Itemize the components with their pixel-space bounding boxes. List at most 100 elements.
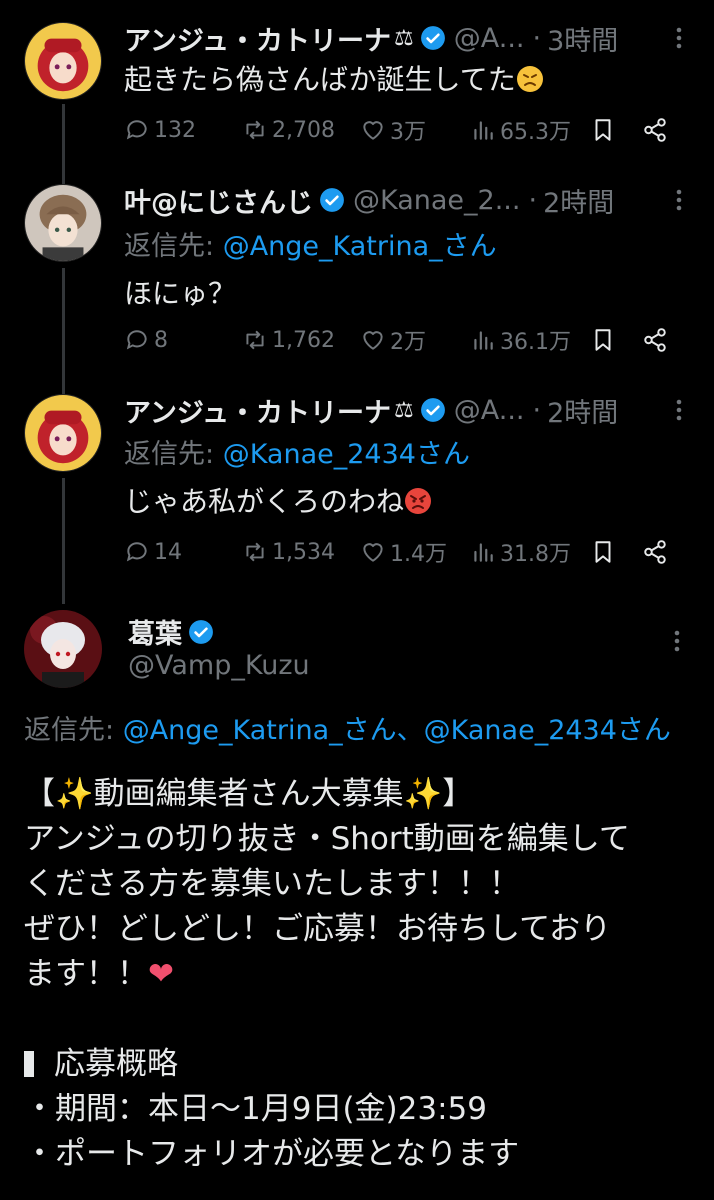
tweet-text: ほにゅ？ xyxy=(124,277,237,310)
tweet[interactable]: アンジュ・カトリーナ ⚖ @A... · 2時間 返信先: @Kanae_243… xyxy=(0,392,714,602)
reply-context: 返信先: @Ange_Katrina_さん xyxy=(124,224,497,263)
mention-link[interactable]: @Kanae_2434さん xyxy=(424,715,671,746)
like-button[interactable]: 3万 xyxy=(360,114,470,146)
separator-dot: · xyxy=(528,184,538,216)
display-name[interactable]: 叶@にじさんじ xyxy=(124,181,313,220)
like-count: 1.4万 xyxy=(390,542,447,567)
section-heading: 応募概略 xyxy=(24,1042,704,1087)
more-options-icon[interactable] xyxy=(664,23,694,53)
bookmark-icon xyxy=(595,541,611,563)
text-line: ・ポートフォリオが必要となります xyxy=(24,1136,520,1172)
retweet-button[interactable]: 2,708 xyxy=(242,117,360,143)
retweet-icon xyxy=(246,330,264,350)
tweet-actions: 14 1,534 1.4万 31.8万 xyxy=(124,532,684,572)
reply-to-label: 返信先: xyxy=(124,231,223,262)
user-handle[interactable]: @A... xyxy=(454,23,525,54)
user-handle[interactable]: @Kanae_2... xyxy=(353,185,520,216)
user-handle[interactable]: @A... xyxy=(454,395,525,426)
view-count: 36.1万 xyxy=(500,330,571,355)
views-icon xyxy=(474,121,493,140)
like-button[interactable]: 1.4万 xyxy=(360,536,470,568)
text-line-content: ます！！ xyxy=(24,956,148,992)
timestamp[interactable]: 2時間 xyxy=(543,181,614,220)
retweet-count: 1,534 xyxy=(272,539,335,565)
like-count: 2万 xyxy=(390,330,426,355)
share-button[interactable] xyxy=(642,539,672,565)
more-options-icon[interactable] xyxy=(662,626,692,656)
bookmark-button[interactable] xyxy=(590,117,642,143)
verified-badge-icon xyxy=(420,26,445,50)
tweet[interactable]: アンジュ・カトリーナ ⚖ @A... · 3時間 起きたら偽さんばか誕生してた … xyxy=(0,0,714,180)
bookmark-button[interactable] xyxy=(590,327,642,353)
bookmark-button[interactable] xyxy=(590,539,642,565)
display-name[interactable]: アンジュ・カトリーナ xyxy=(124,19,391,58)
share-icon xyxy=(644,118,666,142)
tweet[interactable]: 叶@にじさんじ @Kanae_2... · 2時間 返信先: @Ange_Kat… xyxy=(0,180,714,390)
section-heading-text: 応募概略 xyxy=(54,1046,178,1082)
tweet-text: 【✨動画編集者さん大募集✨】 アンジュの切り抜き・Short動画を編集して くだ… xyxy=(24,772,704,1177)
timestamp[interactable]: 3時間 xyxy=(547,19,618,58)
avatar[interactable] xyxy=(24,610,102,688)
share-icon xyxy=(644,328,666,352)
text-line: ます！！❤ xyxy=(24,952,704,997)
like-count: 3万 xyxy=(390,120,426,145)
reply-button[interactable]: 14 xyxy=(124,539,242,565)
share-button[interactable] xyxy=(642,117,672,143)
mention-link[interactable]: @Ange_Katrina_さん xyxy=(123,715,397,746)
avatar[interactable] xyxy=(24,22,102,100)
retweet-button[interactable]: 1,762 xyxy=(242,327,360,353)
retweet-button[interactable]: 1,534 xyxy=(242,539,360,565)
user-handle[interactable]: @Vamp_Kuzu xyxy=(128,650,310,681)
display-name[interactable]: 葛葉 xyxy=(128,612,182,651)
retweet-icon xyxy=(246,542,264,562)
mention-separator: 、 xyxy=(396,715,424,746)
reply-icon xyxy=(126,120,147,140)
tweet-text-content: 起きたら偽さんばか誕生してた xyxy=(124,63,516,96)
reply-icon xyxy=(126,542,147,562)
reply-to-label: 返信先: xyxy=(24,715,123,746)
views-button[interactable]: 65.3万 xyxy=(470,114,590,146)
share-button[interactable] xyxy=(642,327,672,353)
views-icon xyxy=(474,543,493,562)
heading-bar xyxy=(24,1051,34,1077)
like-button[interactable]: 2万 xyxy=(360,324,470,356)
display-name[interactable]: アンジュ・カトリーナ xyxy=(124,391,391,430)
text-line: ・期間：本日〜1月9日(金)23:59 xyxy=(24,1091,487,1127)
reply-icon xyxy=(126,330,147,350)
thread-screen: アンジュ・カトリーナ ⚖ @A... · 3時間 起きたら偽さんばか誕生してた … xyxy=(0,0,714,1200)
separator-dot: · xyxy=(532,394,542,426)
bookmark-icon xyxy=(595,119,611,141)
avatar[interactable] xyxy=(24,394,102,472)
view-count: 65.3万 xyxy=(500,120,571,145)
angry-face-icon xyxy=(405,488,432,514)
heart-emoji: ❤ xyxy=(148,956,174,992)
views-button[interactable]: 36.1万 xyxy=(470,324,590,356)
reply-context: 返信先: @Ange_Katrina_さん、@Kanae_2434さん xyxy=(24,708,671,747)
author-row: 葛葉 xyxy=(128,612,214,651)
tweet-actions: 132 2,708 3万 65.3万 xyxy=(124,110,684,150)
bookmark-icon xyxy=(595,329,611,351)
reply-button[interactable]: 132 xyxy=(124,117,242,143)
timestamp[interactable]: 2時間 xyxy=(547,391,618,430)
mention-link[interactable]: @Ange_Katrina_さん xyxy=(223,231,497,262)
reply-to-label: 返信先: xyxy=(124,439,223,470)
heart-icon xyxy=(363,331,383,350)
tweet-text: じゃあ私がくろのわね xyxy=(124,480,432,520)
share-icon xyxy=(644,540,666,564)
mention-link[interactable]: @Kanae_2434さん xyxy=(223,439,470,470)
reply-button[interactable]: 8 xyxy=(124,327,242,353)
view-count: 31.8万 xyxy=(500,542,571,567)
reply-count: 8 xyxy=(154,327,168,353)
scales-emoji: ⚖ xyxy=(394,397,414,423)
tweet-text: 起きたら偽さんばか誕生してた xyxy=(124,58,544,98)
text-line: 【✨動画編集者さん大募集✨】 xyxy=(24,776,474,812)
text-line: ぜひ！どしどし！ご応募！お待ちしており xyxy=(24,911,612,947)
more-options-icon[interactable] xyxy=(664,185,694,215)
verified-badge-icon xyxy=(320,188,344,212)
tweet-text-content: じゃあ私がくろのわね xyxy=(124,485,405,518)
avatar[interactable] xyxy=(24,184,102,262)
more-options-icon[interactable] xyxy=(664,395,694,425)
retweet-count: 2,708 xyxy=(272,117,335,143)
views-button[interactable]: 31.8万 xyxy=(470,536,590,568)
